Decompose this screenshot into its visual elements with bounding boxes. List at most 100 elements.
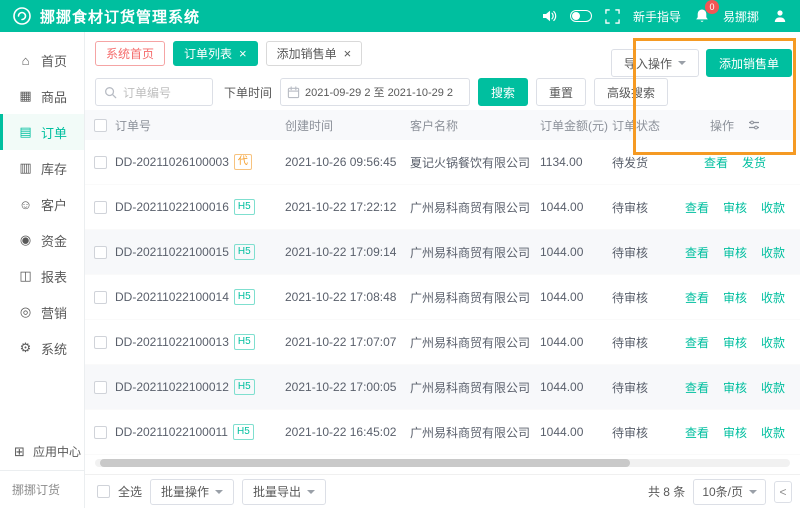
sidebar: ⌂ 首页 ▦ 商品 ▤ 订单 ▥ 库存 ☺ 客户 ◉ 资金 ◫ 报表 ◎ 营销 … <box>0 32 85 508</box>
orders-table: 订单号 创建时间 客户名称 订单金额(元) 订单状态 操作 DD-2021102… <box>85 110 800 467</box>
batch-export-label: 批量导出 <box>253 483 301 500</box>
action-view-link[interactable]: 查看 <box>685 244 709 261</box>
table-row: DD-20211022100011 H5 2021-10-22 16:45:02… <box>85 410 800 455</box>
page-size-value: 10条/页 <box>702 483 743 500</box>
sidebar-item-home[interactable]: ⌂ 首页 <box>0 42 84 78</box>
prev-page-button[interactable]: < <box>774 481 792 503</box>
action-collect-link[interactable]: 收款 <box>761 334 785 351</box>
user-icon[interactable] <box>772 8 788 24</box>
sidebar-item-goods[interactable]: ▦ 商品 <box>0 78 84 114</box>
sidebar-item-funds[interactable]: ◉ 资金 <box>0 222 84 258</box>
row-checkbox[interactable] <box>94 246 107 259</box>
close-icon[interactable]: × <box>344 47 352 60</box>
scrollbar-thumb[interactable] <box>100 459 630 467</box>
add-sale-button[interactable]: 添加销售单 <box>706 49 792 77</box>
action-view-link[interactable]: 查看 <box>685 289 709 306</box>
calendar-icon <box>287 86 300 99</box>
col-header-actions: 操作 <box>670 117 800 134</box>
select-all-checkbox[interactable] <box>94 119 107 132</box>
toggle-switch[interactable] <box>570 10 592 22</box>
action-view-link[interactable]: 查看 <box>685 424 709 441</box>
sidebar-item-system[interactable]: ⚙ 系统 <box>0 330 84 366</box>
order-status: 待审核 <box>612 424 670 441</box>
reset-button[interactable]: 重置 <box>536 78 586 106</box>
action-collect-link[interactable]: 收款 <box>761 199 785 216</box>
column-settings-icon[interactable] <box>748 119 760 131</box>
search-icon <box>104 86 117 99</box>
sidebar-item-reports[interactable]: ◫ 报表 <box>0 258 84 294</box>
table-row: DD-20211022100013 H5 2021-10-22 17:07:07… <box>85 320 800 365</box>
action-audit-link[interactable]: 审核 <box>723 199 747 216</box>
batch-action-dropdown[interactable]: 批量操作 <box>150 479 234 505</box>
action-collect-link[interactable]: 收款 <box>761 424 785 441</box>
app-center-icon: ⊞ <box>12 444 27 460</box>
order-source-badge: H5 <box>234 379 255 395</box>
sidebar-item-stock[interactable]: ▥ 库存 <box>0 150 84 186</box>
home-icon: ⌂ <box>18 53 33 68</box>
row-checkbox[interactable] <box>94 291 107 304</box>
date-range-input[interactable]: 2021-09-29 2 至 2021-10-29 2 <box>280 78 470 106</box>
table-body: DD-20211026100003 代 2021-10-26 09:56:45 … <box>85 140 800 455</box>
action-audit-link[interactable]: 审核 <box>723 424 747 441</box>
order-no-input[interactable]: 订单编号 <box>95 78 213 106</box>
top-header: 挪挪食材订货管理系统 新手指导 0 易挪挪 <box>0 0 800 32</box>
action-collect-link[interactable]: 收款 <box>761 379 785 396</box>
action-audit-link[interactable]: 审核 <box>723 334 747 351</box>
page-size-select[interactable]: 10条/页 <box>693 479 766 505</box>
customer-name: 广州易科商贸有限公司 <box>410 244 540 261</box>
close-icon[interactable]: × <box>239 47 247 60</box>
sidebar-item-app-center[interactable]: ⊞ 应用中心 <box>0 433 84 470</box>
action-view-link[interactable]: 查看 <box>704 154 728 171</box>
sidebar-item-customers[interactable]: ☺ 客户 <box>0 186 84 222</box>
row-checkbox[interactable] <box>94 156 107 169</box>
tab-add-sale[interactable]: 添加销售单 × <box>266 41 363 66</box>
col-header-amount: 订单金额(元) <box>540 117 612 134</box>
action-collect-link[interactable]: 收款 <box>761 244 785 261</box>
batch-export-dropdown[interactable]: 批量导出 <box>242 479 326 505</box>
sidebar-item-label: 库存 <box>41 159 67 178</box>
sidebar-menu: ⌂ 首页 ▦ 商品 ▤ 订单 ▥ 库存 ☺ 客户 ◉ 资金 ◫ 报表 ◎ 营销 … <box>0 32 84 366</box>
horizontal-scrollbar[interactable] <box>95 459 790 467</box>
sound-icon[interactable] <box>541 8 557 24</box>
row-checkbox[interactable] <box>94 336 107 349</box>
tab-order-list[interactable]: 订单列表 × <box>173 41 258 66</box>
sidebar-item-marketing[interactable]: ◎ 营销 <box>0 294 84 330</box>
action-view-link[interactable]: 查看 <box>685 379 709 396</box>
created-time: 2021-10-22 16:45:02 <box>285 425 410 439</box>
app-logo-icon <box>12 6 32 26</box>
sidebar-item-orders[interactable]: ▤ 订单 <box>0 114 84 150</box>
tab-label: 添加销售单 <box>277 45 337 62</box>
notification-bell-icon[interactable]: 0 <box>694 8 710 24</box>
main-content: 系统首页 订单列表 × 添加销售单 × 导入操作 添加销售单 订单编号 <box>85 32 800 508</box>
row-checkbox[interactable] <box>94 426 107 439</box>
order-time-label: 下单时间 <box>224 84 272 101</box>
action-audit-link[interactable]: 审核 <box>723 244 747 261</box>
action-collect-link[interactable]: 收款 <box>761 289 785 306</box>
action-view-link[interactable]: 查看 <box>685 334 709 351</box>
import-dropdown[interactable]: 导入操作 <box>611 49 699 77</box>
sidebar-item-label: 系统 <box>41 339 67 358</box>
order-status: 待审核 <box>612 289 670 306</box>
order-status: 待审核 <box>612 199 670 216</box>
table-row: DD-20211022100016 H5 2021-10-22 17:22:12… <box>85 185 800 230</box>
action-ship-link[interactable]: 发货 <box>742 154 766 171</box>
username[interactable]: 易挪挪 <box>723 8 759 25</box>
fullscreen-icon[interactable] <box>605 9 620 24</box>
select-all-footer-checkbox[interactable] <box>97 485 110 498</box>
created-time: 2021-10-26 09:56:45 <box>285 155 410 169</box>
header-actions: 新手指导 0 易挪挪 <box>541 8 788 25</box>
tab-system-home[interactable]: 系统首页 <box>95 41 165 66</box>
customers-icon: ☺ <box>18 197 33 212</box>
order-amount: 1134.00 <box>540 155 612 169</box>
row-checkbox[interactable] <box>94 201 107 214</box>
row-checkbox[interactable] <box>94 381 107 394</box>
advanced-search-button[interactable]: 高级搜索 <box>594 78 668 106</box>
action-view-link[interactable]: 查看 <box>685 199 709 216</box>
actions-header-label: 操作 <box>710 117 734 134</box>
action-audit-link[interactable]: 审核 <box>723 379 747 396</box>
row-actions: 查看审核收款 <box>670 424 800 441</box>
search-button[interactable]: 搜索 <box>478 78 528 106</box>
order-number: DD-20211022100012 <box>115 380 229 394</box>
action-audit-link[interactable]: 审核 <box>723 289 747 306</box>
newbie-guide-link[interactable]: 新手指导 <box>633 8 681 25</box>
